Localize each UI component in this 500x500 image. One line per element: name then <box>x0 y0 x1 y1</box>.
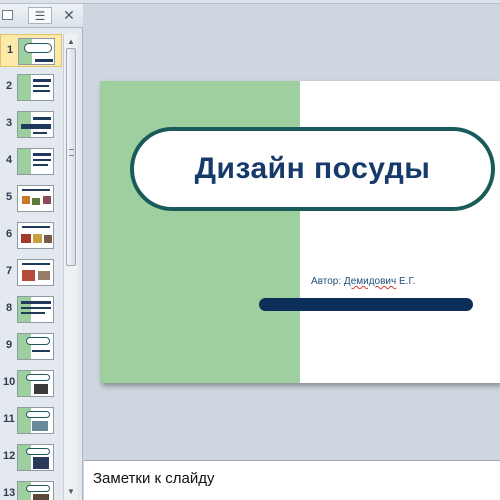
slide-thumbnail-8[interactable]: 8 <box>0 293 62 326</box>
author-prefix: Автор: <box>311 276 344 287</box>
slide-number: 10 <box>3 376 16 388</box>
slide-thumbnail-image <box>17 259 54 286</box>
slide-number: 2 <box>5 80 13 92</box>
slide-number: 11 <box>3 413 15 425</box>
slide-title[interactable]: Дизайн посуды <box>195 152 431 186</box>
slide-number: 1 <box>6 44 14 56</box>
slide-number: 5 <box>5 191 13 203</box>
scroll-down-icon[interactable]: ▼ <box>65 486 77 498</box>
thumbnail-list: 1 2 3 4 5 6 7 8 9 10 11 12 13 <box>0 34 62 500</box>
slide-number: 3 <box>5 117 13 129</box>
slide-thumbnail-image <box>17 185 54 212</box>
slide-number: 4 <box>5 154 13 166</box>
slide-thumbnail-6[interactable]: 6 <box>0 219 62 252</box>
slide-number: 12 <box>3 450 16 462</box>
scroll-up-icon[interactable]: ▲ <box>65 36 77 48</box>
slide-thumbnail-1[interactable]: 1 <box>0 34 62 67</box>
outline-tab-icon[interactable]: ☰ <box>28 7 52 24</box>
current-slide[interactable]: Дизайн посуды Автор: Демидович Е.Г. <box>100 81 500 383</box>
scroll-grip-icon <box>69 149 74 156</box>
slide-thumbnail-image <box>17 148 54 175</box>
slide-thumbnail-image <box>17 333 54 360</box>
slide-number: 8 <box>5 302 13 314</box>
slide-number: 13 <box>3 487 16 499</box>
slides-pane: ☰ ✕ 1 2 3 4 5 6 7 8 9 10 11 12 13 ▲ ▼ <box>0 4 83 500</box>
scroll-thumb[interactable] <box>66 48 76 266</box>
slide-thumbnail-5[interactable]: 5 <box>0 182 62 215</box>
slide-accent-bar <box>259 298 473 311</box>
notes-pane[interactable]: Заметки к слайду <box>84 460 500 500</box>
author-name: Демидович <box>343 276 397 287</box>
slide-thumbnail-image <box>17 74 54 101</box>
slide-title-frame[interactable]: Дизайн посуды <box>130 127 495 211</box>
slide-editing-area: Дизайн посуды Автор: Демидович Е.Г. <box>84 4 500 460</box>
close-icon[interactable]: ✕ <box>62 7 76 24</box>
slide-thumbnail-2[interactable]: 2 <box>0 71 62 104</box>
slides-pane-header: ☰ ✕ <box>0 4 83 28</box>
slide-thumbnail-image <box>17 111 54 138</box>
slide-thumbnail-10[interactable]: 10 <box>0 367 62 400</box>
slide-thumbnail-12[interactable]: 12 <box>0 441 62 474</box>
slide-author-text[interactable]: Автор: Демидович Е.Г. <box>311 276 415 287</box>
slide-thumbnail-image <box>17 296 54 323</box>
slide-number: 9 <box>5 339 13 351</box>
slide-thumbnail-4[interactable]: 4 <box>0 145 62 178</box>
slide-thumbnail-image <box>17 444 54 471</box>
notes-placeholder[interactable]: Заметки к слайду <box>93 470 215 487</box>
slide-thumbnail-9[interactable]: 9 <box>0 330 62 363</box>
slide-thumbnail-13[interactable]: 13 <box>0 478 62 500</box>
slide-thumbnail-7[interactable]: 7 <box>0 256 62 289</box>
slide-thumbnail-image <box>18 38 55 65</box>
thumbnail-scrollbar[interactable]: ▲ ▼ <box>63 34 77 500</box>
slide-thumbnail-3[interactable]: 3 <box>0 108 62 141</box>
slide-number: 6 <box>5 228 13 240</box>
author-suffix: Е.Г. <box>396 276 416 287</box>
slide-thumbnail-image <box>17 370 54 397</box>
slide-thumbnail-image <box>17 222 54 249</box>
slide-thumbnail-image <box>17 407 54 434</box>
slide-thumbnail-image <box>17 481 54 500</box>
slide-thumbnail-11[interactable]: 11 <box>0 404 62 437</box>
slides-tab-icon[interactable] <box>2 10 13 20</box>
slide-number: 7 <box>5 265 13 277</box>
